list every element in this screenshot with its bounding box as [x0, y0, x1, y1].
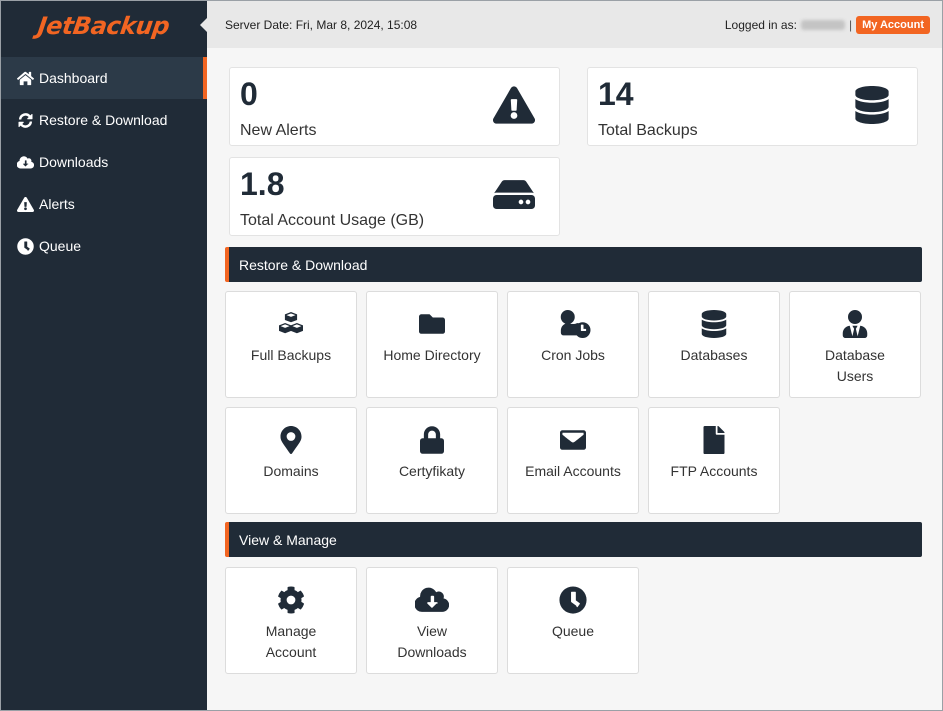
sidebar-item-label: Restore & Download	[39, 112, 168, 128]
topbar: Server Date: Fri, Mar 8, 2024, 15:08 Log…	[207, 1, 942, 48]
cubes-icon	[277, 309, 305, 339]
separator: |	[848, 17, 853, 32]
section-title: Restore & Download	[239, 256, 368, 273]
file-icon	[703, 425, 725, 455]
envelope-icon	[559, 425, 587, 455]
tile-database-users[interactable]: Database Users	[789, 291, 921, 398]
tile-label: Database Users	[825, 347, 885, 384]
login-info: Logged in as: | My Account	[724, 15, 930, 34]
tile-queue[interactable]: Queue	[507, 567, 639, 674]
stat-label: Total Account Usage (GB)	[240, 212, 425, 229]
clock-icon	[15, 237, 35, 255]
server-date: Server Date: Fri, Mar 8, 2024, 15:08	[225, 17, 418, 32]
section-header-view-manage: View & Manage	[225, 522, 922, 557]
tile-label: FTP Accounts	[670, 463, 758, 479]
tile-domains[interactable]: Domains	[225, 407, 357, 514]
tile-label: Home Directory	[383, 347, 481, 363]
tile-label: Certyfikaty	[398, 463, 466, 479]
sidebar-item-label: Downloads	[39, 154, 109, 170]
database-icon	[851, 84, 893, 126]
cloud-download-icon	[15, 153, 35, 171]
user-clock-icon	[555, 309, 591, 339]
logged-in-label: Logged in as:	[724, 17, 797, 32]
sidebar-nav: Dashboard Restore & Download Downloads A…	[1, 57, 207, 267]
clock-icon	[559, 585, 587, 615]
tile-label: Manage Account	[265, 623, 317, 660]
sidebar-item-dashboard[interactable]: Dashboard	[1, 57, 207, 99]
section-title: View & Manage	[239, 531, 337, 548]
tile-certificates[interactable]: Certyfikaty	[366, 407, 498, 514]
tile-label: Full Backups	[250, 347, 332, 363]
lock-icon	[420, 425, 444, 455]
brand-name: JetBackup	[36, 12, 172, 40]
stat-value: 1.8	[240, 166, 285, 202]
stat-label: Total Backups	[598, 122, 698, 139]
map-marker-icon	[280, 425, 302, 455]
stat-label: New Alerts	[240, 122, 317, 139]
tile-label: View Downloads	[397, 623, 467, 660]
logo[interactable]: JetBackup	[1, 1, 208, 51]
stat-card-account-usage[interactable]: 1.8 Total Account Usage (GB)	[229, 157, 560, 236]
tile-label: Email Accounts	[525, 463, 621, 479]
sidebar-item-label: Queue	[39, 238, 82, 254]
tile-label: Cron Jobs	[541, 347, 605, 363]
tile-email-accounts[interactable]: Email Accounts	[507, 407, 639, 514]
home-icon	[15, 69, 35, 87]
stat-value: 0	[240, 76, 258, 112]
sidebar-item-restore-download[interactable]: Restore & Download	[1, 99, 207, 141]
hdd-icon	[493, 174, 535, 216]
sidebar-item-label: Alerts	[39, 196, 75, 212]
tile-label: Databases	[680, 347, 748, 363]
gear-icon	[277, 585, 305, 615]
stat-card-new-alerts[interactable]: 0 New Alerts	[229, 67, 560, 146]
sidebar-item-alerts[interactable]: Alerts	[1, 183, 207, 225]
tile-cron-jobs[interactable]: Cron Jobs	[507, 291, 639, 398]
warning-icon	[493, 84, 535, 126]
tile-manage-account[interactable]: Manage Account	[225, 567, 357, 674]
stat-value: 14	[598, 76, 634, 112]
refresh-icon	[15, 111, 35, 129]
tile-ftp-accounts[interactable]: FTP Accounts	[648, 407, 780, 514]
sidebar: JetBackup Dashboard Restore & Download D…	[1, 1, 208, 710]
tile-view-downloads[interactable]: View Downloads	[366, 567, 498, 674]
user-tie-icon	[842, 309, 868, 339]
section-header-restore-download: Restore & Download	[225, 247, 922, 282]
sidebar-item-label: Dashboard	[39, 70, 108, 86]
tile-full-backups[interactable]: Full Backups	[225, 291, 357, 398]
tile-databases[interactable]: Databases	[648, 291, 780, 398]
tile-label: Domains	[263, 463, 319, 479]
tile-label: Queue	[551, 623, 595, 639]
username-redacted	[800, 19, 845, 30]
warning-icon	[15, 195, 35, 213]
database-icon	[701, 309, 727, 339]
sidebar-item-downloads[interactable]: Downloads	[1, 141, 207, 183]
my-account-button[interactable]: My Account	[856, 15, 930, 34]
dashboard-main: 0 New Alerts 14 Total Backups 1.8 Total …	[207, 48, 942, 710]
folder-icon	[418, 309, 446, 339]
cloud-download-icon	[415, 585, 449, 615]
stat-card-total-backups[interactable]: 14 Total Backups	[587, 67, 918, 146]
tile-home-directory[interactable]: Home Directory	[366, 291, 498, 398]
sidebar-item-queue[interactable]: Queue	[1, 225, 207, 267]
